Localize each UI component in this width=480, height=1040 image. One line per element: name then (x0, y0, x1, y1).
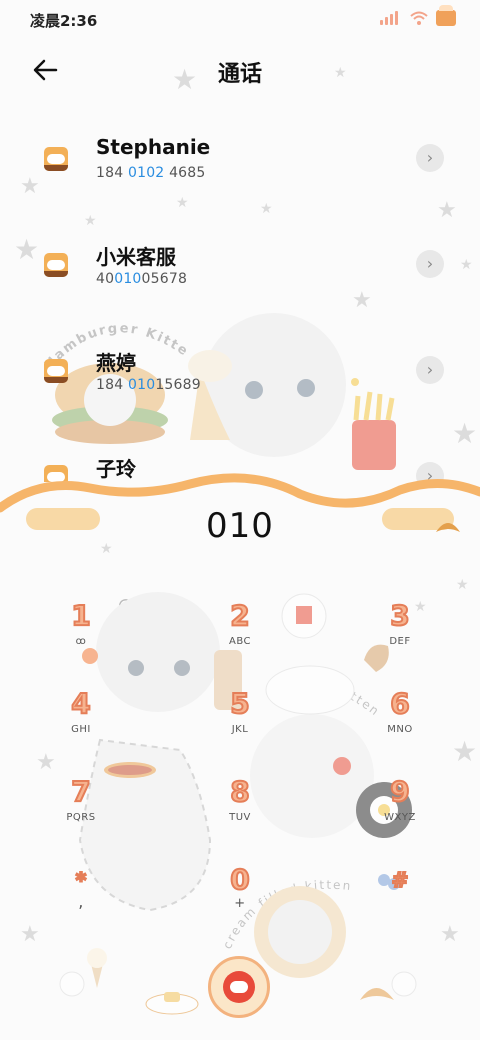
contact-item[interactable]: 小米客服 4001005678 › (0, 226, 480, 326)
star-icon: ★ (456, 577, 469, 593)
star-icon: ★ (20, 922, 40, 947)
voicemail-icon: ꝏ (75, 636, 87, 647)
chevron-right-icon[interactable]: › (416, 356, 444, 384)
svg-text:Cooking kitten: Cooking kitten (267, 673, 383, 719)
cooking-kitten-label: Cooking kitten (267, 673, 381, 719)
contact-item[interactable]: 燕婷 184 01015689 › (0, 332, 480, 432)
croissant-icon (436, 523, 460, 532)
contact-item[interactable]: Stephanie 184 0102 4685 › (0, 120, 480, 220)
dial-key-1[interactable]: 1 ꝏ (51, 601, 111, 648)
contact-number: 4001005678 (96, 271, 188, 287)
dial-key-6[interactable]: 6 MNO (370, 689, 430, 736)
contact-name: Stephanie (96, 135, 211, 159)
dial-key-9[interactable]: 9 WXYZ (370, 777, 430, 824)
contact-name: 小米客服 (96, 245, 176, 269)
status-bar: 凌晨2:36 (0, 0, 480, 40)
contact-avatar (44, 147, 68, 171)
wry-label: @WRY (118, 596, 172, 614)
contact-avatar (44, 253, 68, 277)
star-icon: ★ (36, 750, 56, 775)
dial-key-5[interactable]: 5 JKL (210, 689, 270, 736)
dial-key-3[interactable]: 3 DEF (370, 601, 430, 648)
signal-icon (380, 11, 402, 25)
contact-number: 184 01015689 (96, 377, 201, 393)
call-button[interactable] (208, 956, 270, 1018)
page-title: 通话 (217, 62, 262, 87)
status-time: 凌晨2:36 (30, 12, 98, 30)
star-icon: ★ (440, 922, 460, 947)
dial-key-8[interactable]: 8 TUV (210, 777, 270, 824)
contact-avatar (44, 359, 68, 383)
dial-key-7[interactable]: 7 PQRS (51, 777, 111, 824)
dial-key-4[interactable]: 4 GHI (51, 689, 111, 736)
contact-name: 燕婷 (96, 351, 136, 375)
chevron-right-icon[interactable]: › (416, 250, 444, 278)
dial-key-hash[interactable]: # (370, 869, 430, 896)
dial-key-0[interactable]: 0 + (210, 865, 270, 912)
chevron-right-icon[interactable]: › (416, 144, 444, 172)
wifi-icon (410, 11, 428, 25)
dialed-number-display: 010 (206, 506, 274, 546)
dial-key-star[interactable]: * , (51, 869, 111, 911)
tomato-kitten-icon (223, 971, 255, 1003)
status-icons (380, 5, 456, 26)
contact-number: 184 0102 4685 (96, 165, 206, 181)
star-icon: ★ (452, 735, 478, 768)
dial-key-2[interactable]: 2 ABC (210, 601, 270, 648)
cake-icon (436, 5, 456, 26)
